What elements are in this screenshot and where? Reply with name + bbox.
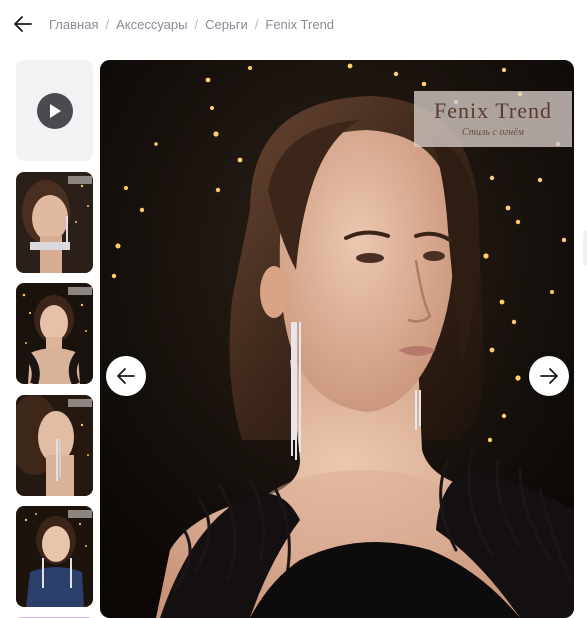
thumbnail-image[interactable] [16, 395, 93, 496]
thumbnail-photo [16, 506, 93, 607]
breadcrumb-separator: / [105, 17, 110, 32]
watermark-slogan: Стиль с огнём [461, 127, 525, 138]
play-button[interactable] [36, 92, 73, 129]
arrow-left-icon [117, 368, 135, 384]
back-button[interactable] [12, 13, 34, 35]
thumbnail-photo [16, 283, 93, 384]
thumbnail-image[interactable] [16, 283, 93, 384]
thumbnail-photo [16, 395, 93, 496]
thumbnail-photo [16, 172, 93, 273]
watermark-brand: Fenix Trend [434, 98, 552, 123]
main-product-image: Fenix Trend Стиль с огнём [100, 60, 574, 618]
next-image-button[interactable] [529, 356, 569, 396]
arrow-left-icon [14, 16, 32, 32]
breadcrumb-earrings[interactable]: Серьги [205, 17, 248, 32]
thumbnail-image[interactable] [16, 506, 93, 607]
breadcrumb-separator: / [254, 17, 259, 32]
play-icon [49, 103, 61, 118]
breadcrumb: Главная / Аксессуары / Серьги / Fenix Tr… [49, 17, 334, 32]
breadcrumb-accessories[interactable]: Аксессуары [116, 17, 187, 32]
previous-image-button[interactable] [106, 356, 146, 396]
arrow-right-icon [540, 368, 558, 384]
breadcrumb-separator: / [194, 17, 199, 32]
breadcrumb-home[interactable]: Главная [49, 17, 98, 32]
next-panel-edge [583, 230, 587, 266]
breadcrumb-brand[interactable]: Fenix Trend [265, 17, 334, 32]
thumbnail-image[interactable] [16, 172, 93, 273]
thumbnail-list [16, 60, 93, 618]
thumbnail-video[interactable] [16, 60, 93, 161]
brand-watermark: Fenix Trend Стиль с огнём [414, 91, 572, 147]
